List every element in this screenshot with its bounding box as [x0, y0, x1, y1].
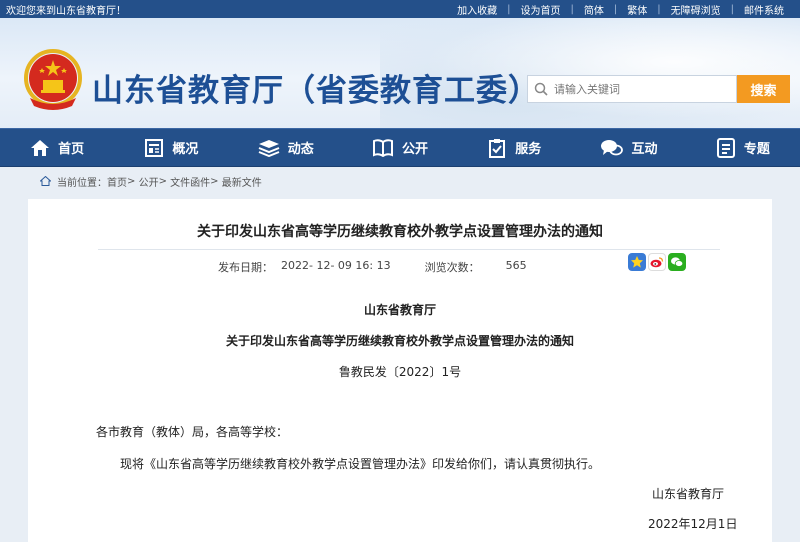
- chat-icon: [600, 139, 623, 155]
- breadcrumb-home[interactable]: 首页: [107, 174, 127, 189]
- top-bar: 欢迎您来到山东省教育厅！ 加入收藏 | 设为首页 | 简体 | 繁体 | 无障碍…: [0, 0, 800, 18]
- issuer-heading: 山东省教育厅: [363, 303, 436, 317]
- sign-date: 2022年12月1日: [648, 517, 738, 531]
- view-count-value: 565: [505, 259, 527, 272]
- welcome-text: 欢迎您来到山东省教育厅！: [6, 5, 126, 17]
- breadcrumb: 当前位置： 首页 > 公开 > 文件函件 > 最新文件: [0, 167, 800, 195]
- site-title: 山东省教育厅（省委教育工委）: [92, 73, 540, 109]
- clipboard-icon: [489, 138, 506, 158]
- nav-item-interact[interactable]: 互动: [571, 138, 685, 158]
- weibo-icon[interactable]: [648, 253, 666, 271]
- main-nav: 首页 概况 动态 公开 服务 互动 专题: [0, 128, 800, 167]
- share-buttons: [628, 253, 688, 271]
- topic-icon: [716, 137, 735, 158]
- breadcrumb-prefix: 当前位置：: [57, 177, 107, 189]
- home-icon: [31, 139, 50, 156]
- title-divider: [98, 249, 720, 250]
- traditional-link[interactable]: 繁体: [617, 2, 657, 17]
- book-icon: [372, 138, 393, 157]
- top-links: 加入收藏 | 设为首页 | 简体 | 繁体 | 无障碍浏览 | 邮件系统: [447, 2, 794, 17]
- breadcrumb-latest[interactable]: 最新文件: [222, 174, 262, 189]
- wechat-icon[interactable]: [668, 253, 686, 271]
- search-box: [527, 75, 737, 103]
- set-homepage-link[interactable]: 设为首页: [511, 2, 571, 17]
- article-subtitle: 关于印发山东省高等学历继续教育校外教学点设置管理办法的通知: [225, 334, 574, 348]
- publish-date-value: 2022- 12- 09 16: 13: [281, 259, 391, 272]
- simplified-link[interactable]: 简体: [574, 2, 614, 17]
- mail-system-link[interactable]: 邮件系统: [734, 2, 794, 17]
- article-panel: 关于印发山东省高等学历继续教育校外教学点设置管理办法的通知 发布日期： 2022…: [28, 199, 772, 542]
- site-header: 山东省教育厅（省委教育工委） 搜索: [0, 18, 800, 128]
- add-favorite-link[interactable]: 加入收藏: [447, 2, 507, 17]
- breadcrumb-public[interactable]: 公开: [139, 174, 159, 189]
- news-stack-icon: [258, 139, 280, 157]
- article-meta: 发布日期： 2022- 12- 09 16: 13 浏览次数： 565: [218, 259, 527, 275]
- publish-date-label: 发布日期：: [218, 261, 273, 274]
- search-input[interactable]: [554, 82, 724, 96]
- nav-item-public[interactable]: 公开: [343, 138, 457, 157]
- nav-item-home[interactable]: 首页: [0, 138, 114, 157]
- nav-item-news[interactable]: 动态: [229, 138, 343, 157]
- view-count-label: 浏览次数：: [424, 261, 480, 274]
- body-paragraph: 现将《山东省高等学历继续教育校外教学点设置管理办法》印发给你们，请认真贯彻执行。: [120, 457, 601, 471]
- nav-item-service[interactable]: 服务: [457, 138, 571, 158]
- nav-item-overview[interactable]: 概况: [114, 138, 228, 157]
- signature: 山东省教育厅: [652, 487, 725, 501]
- nav-item-topic[interactable]: 专题: [686, 137, 800, 158]
- location-home-icon: [40, 176, 51, 186]
- breadcrumb-documents[interactable]: 文件函件: [170, 174, 210, 189]
- overview-icon: [145, 138, 164, 157]
- national-emblem-icon: [24, 49, 82, 110]
- document-number: 鲁教民发〔2022〕1号: [338, 365, 462, 379]
- qzone-icon[interactable]: [628, 253, 646, 271]
- search-button[interactable]: 搜索: [737, 75, 790, 103]
- article-title: 关于印发山东省高等学历继续教育校外教学点设置管理办法的通知: [197, 224, 603, 240]
- search-icon: [528, 76, 554, 102]
- salutation: 各市教育（教体）局，各高等学校：: [96, 425, 289, 439]
- accessibility-link[interactable]: 无障碍浏览: [661, 2, 731, 17]
